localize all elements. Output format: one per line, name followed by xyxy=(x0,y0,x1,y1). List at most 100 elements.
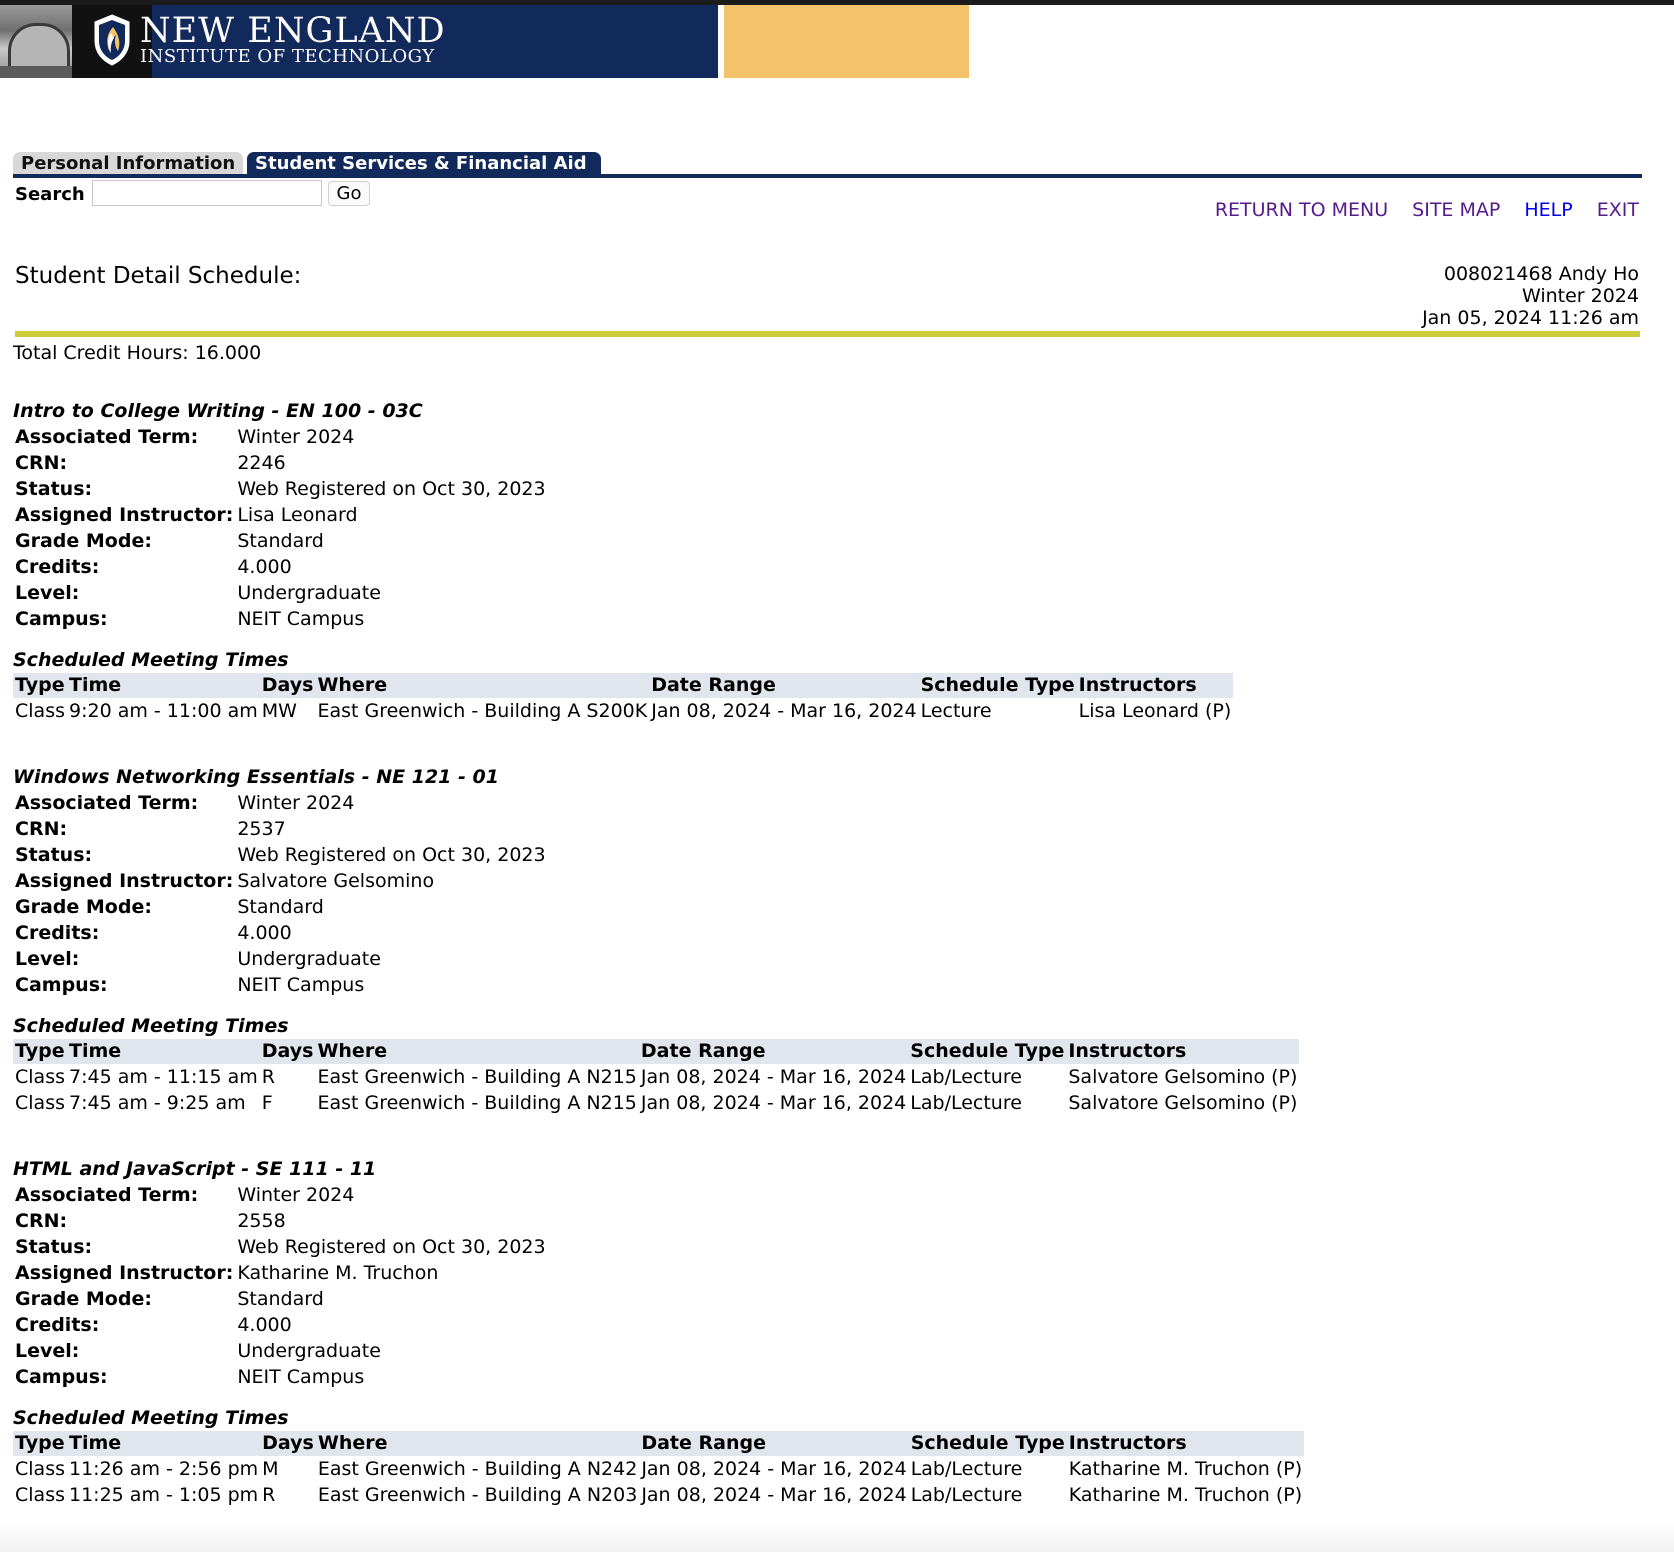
detail-row: Campus: NEIT Campus xyxy=(13,972,548,998)
meeting-header-row: Type Time Days Where Date Range Schedule… xyxy=(13,1039,1300,1064)
detail-label: Campus: xyxy=(15,1366,108,1388)
course-detail-table: Associated Term: Winter 2024 CRN: 2558 Sta… xyxy=(13,1182,548,1390)
institution-subtitle: INSTITUTE OF TECHNOLOGY xyxy=(140,46,435,67)
detail-row: CRN: 2246 xyxy=(13,450,548,476)
detail-value: Undergraduate xyxy=(237,948,381,970)
meeting-times-table: Type Time Days Where Date Range Schedule… xyxy=(13,673,1234,724)
building-arch xyxy=(8,23,70,66)
col-where: Where xyxy=(315,1039,639,1064)
detail-value: Standard xyxy=(237,896,324,918)
detail-row: CRN: 2537 xyxy=(13,816,548,842)
meeting-instructors: Salvatore Gelsomino (P) xyxy=(1068,1092,1298,1114)
detail-label: Status: xyxy=(15,1236,93,1258)
col-days: Days xyxy=(259,1039,316,1064)
detail-value: 4.000 xyxy=(237,556,292,578)
return-to-menu-link[interactable]: RETURN TO MENU xyxy=(1215,199,1388,221)
course-title: Intro to College Writing - EN 100 - 03C xyxy=(13,400,423,422)
meeting-header-row: Type Time Days Where Date Range Schedule… xyxy=(13,1431,1305,1456)
detail-row: Assigned Instructor: Salvatore Gelsomino xyxy=(13,868,548,894)
col-instructors: Instructors xyxy=(1066,1431,1305,1456)
detail-label: CRN: xyxy=(15,452,68,474)
go-button[interactable]: Go xyxy=(328,181,370,206)
meeting-instructors: Katharine M. Truchon (P) xyxy=(1068,1484,1303,1506)
detail-row: Level: Undergraduate xyxy=(13,1338,548,1364)
col-date-range: Date Range xyxy=(639,1431,909,1456)
detail-label: Status: xyxy=(15,478,93,500)
detail-value: 4.000 xyxy=(237,1314,292,1336)
detail-value: Standard xyxy=(237,530,324,552)
meeting-type: Class xyxy=(15,1458,65,1480)
search-input[interactable] xyxy=(92,180,322,206)
page-bottom-fade xyxy=(0,1520,1674,1552)
detail-label: Grade Mode: xyxy=(15,530,152,552)
site-map-link[interactable]: SITE MAP xyxy=(1412,199,1500,221)
detail-label: Level: xyxy=(15,948,80,970)
meeting-where: East Greenwich - Building A N242 xyxy=(317,1458,638,1480)
detail-row: Status: Web Registered on Oct 30, 2023 xyxy=(13,476,548,502)
col-type: Type xyxy=(13,1039,67,1064)
detail-label: Grade Mode: xyxy=(15,896,152,918)
tab-student-services[interactable]: Student Services & Financial Aid xyxy=(247,152,601,176)
detail-label: CRN: xyxy=(15,1210,68,1232)
col-time: Time xyxy=(67,1039,260,1064)
col-where: Where xyxy=(315,673,650,698)
exit-link[interactable]: EXIT xyxy=(1597,199,1639,221)
detail-value: 4.000 xyxy=(237,922,292,944)
campus-photo xyxy=(0,5,72,78)
detail-value: Web Registered on Oct 30, 2023 xyxy=(237,1236,546,1258)
meeting-time: 9:20 am - 11:00 am xyxy=(69,700,258,722)
detail-label: Grade Mode: xyxy=(15,1288,152,1310)
detail-row: Assigned Instructor: Lisa Leonard xyxy=(13,502,548,528)
detail-value: NEIT Campus xyxy=(237,974,365,996)
detail-value: Web Registered on Oct 30, 2023 xyxy=(237,844,546,866)
page-title: Student Detail Schedule: xyxy=(15,263,302,289)
meeting-schedule-type: Lab/Lecture xyxy=(910,1458,1023,1480)
col-days: Days xyxy=(260,1431,316,1456)
course-title: Windows Networking Essentials - NE 121 -… xyxy=(13,766,499,788)
tab-personal-information[interactable]: Personal Information xyxy=(13,152,243,176)
meeting-days: R xyxy=(261,1066,275,1088)
col-type: Type xyxy=(13,1431,67,1456)
course-detail-table: Associated Term: Winter 2024 CRN: 2537 Sta… xyxy=(13,790,548,998)
meeting-time: 7:45 am - 11:15 am xyxy=(69,1066,258,1088)
detail-row: CRN: 2558 xyxy=(13,1208,548,1234)
detail-row: Assigned Instructor: Katharine M. Truchon xyxy=(13,1260,548,1286)
meeting-where: East Greenwich - Building A S200K xyxy=(317,700,648,722)
meeting-schedule-type: Lab/Lecture xyxy=(910,1092,1022,1114)
detail-value: Lisa Leonard xyxy=(237,504,358,526)
detail-value: Undergraduate xyxy=(237,582,381,604)
meeting-schedule-type: Lecture xyxy=(920,700,992,722)
meeting-times-table: Type Time Days Where Date Range Schedule… xyxy=(13,1431,1305,1508)
timestamp: Jan 05, 2024 11:26 am xyxy=(1422,307,1639,329)
meeting-schedule-type: Lab/Lecture xyxy=(910,1484,1023,1506)
col-schedule-type: Schedule Type xyxy=(918,673,1077,698)
meeting-date-range: Jan 08, 2024 - Mar 16, 2024 xyxy=(640,1066,907,1088)
detail-label: Associated Term: xyxy=(15,792,199,814)
meeting-days: R xyxy=(262,1484,276,1506)
neit-shield-logo-icon[interactable] xyxy=(92,13,132,67)
help-link[interactable]: HELP xyxy=(1524,199,1572,221)
detail-label: Assigned Instructor: xyxy=(15,1262,234,1284)
meeting-row: Class 7:45 am - 11:15 am R East Greenwic… xyxy=(13,1064,1299,1090)
meeting-time: 11:26 am - 2:56 pm xyxy=(69,1458,259,1480)
institution-name: NEW ENGLAND xyxy=(140,11,446,51)
course-detail-table: Associated Term: Winter 2024 CRN: 2246 Sta… xyxy=(13,424,548,632)
detail-row: Credits: 4.000 xyxy=(13,920,548,946)
col-time: Time xyxy=(67,1431,261,1456)
meeting-time: 7:45 am - 9:25 am xyxy=(69,1092,246,1114)
detail-row: Status: Web Registered on Oct 30, 2023 xyxy=(13,842,548,868)
meeting-row: Class 11:25 am - 1:05 pm R East Greenwic… xyxy=(13,1482,1304,1508)
meeting-where: East Greenwich - Building A N203 xyxy=(317,1484,638,1506)
detail-row: Campus: NEIT Campus xyxy=(13,1364,548,1390)
meeting-row: Class 11:26 am - 2:56 pm M East Greenwic… xyxy=(13,1456,1304,1482)
detail-row: Level: Undergraduate xyxy=(13,580,548,606)
meeting-date-range: Jan 08, 2024 - Mar 16, 2024 xyxy=(641,1458,907,1480)
detail-value: 2537 xyxy=(237,818,286,840)
col-where: Where xyxy=(315,1431,640,1456)
detail-label: Credits: xyxy=(15,1314,100,1336)
detail-value: Winter 2024 xyxy=(237,1184,355,1206)
detail-row: Credits: 4.000 xyxy=(13,1312,548,1338)
detail-label: Associated Term: xyxy=(15,1184,199,1206)
col-type: Type xyxy=(13,673,67,698)
detail-value: NEIT Campus xyxy=(237,1366,365,1388)
